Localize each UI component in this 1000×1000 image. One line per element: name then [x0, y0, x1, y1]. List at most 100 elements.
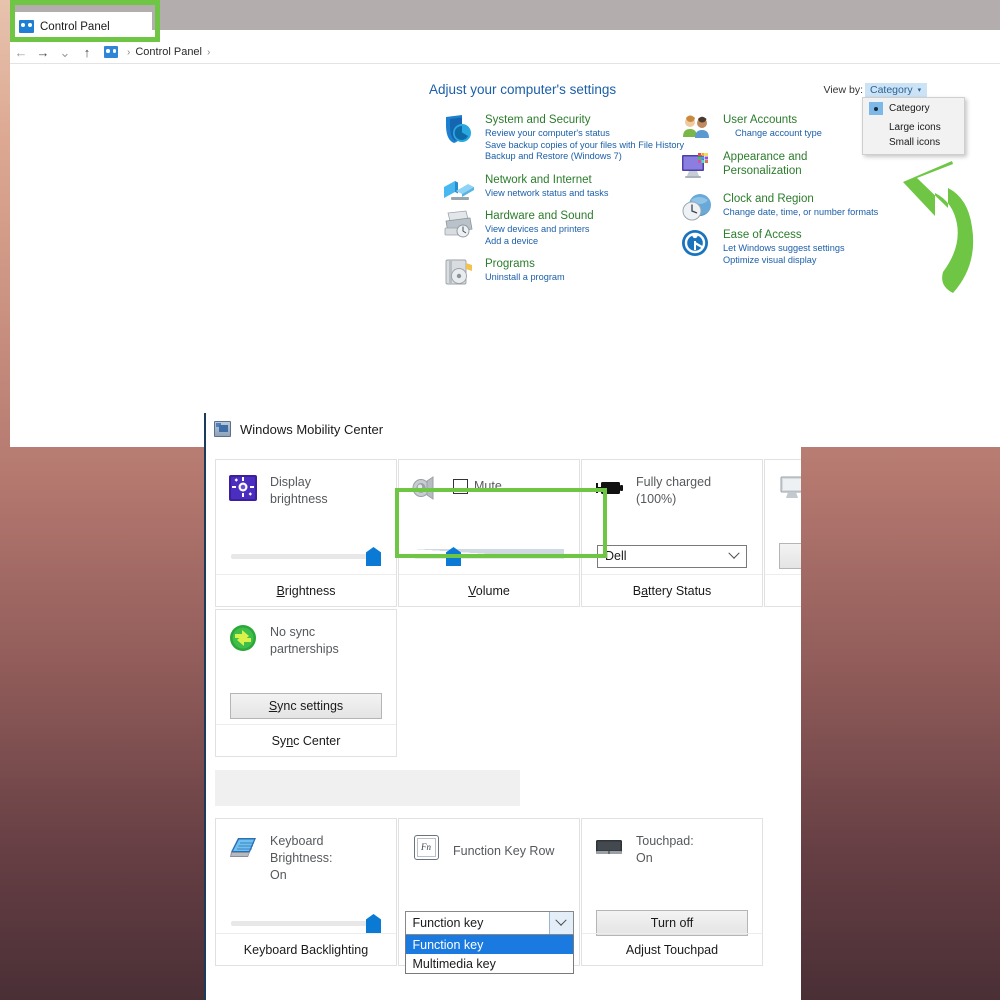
category-link[interactable]: Change date, time, or number formats [723, 207, 878, 219]
category-title[interactable]: System and Security [485, 113, 680, 127]
category-link[interactable]: Backup and Restore (Windows 7) [485, 151, 680, 163]
tile-text-line: (100%) [636, 492, 677, 506]
tile-footer-keyboard-backlighting[interactable]: Keyboard Backlighting [216, 933, 396, 965]
category-link[interactable]: View devices and printers [485, 224, 680, 236]
power-plan-combobox[interactable]: Dell [597, 544, 747, 568]
mute-label: Mute [474, 479, 502, 493]
tile-text-line: Brightness: [270, 851, 333, 865]
mobility-center-title: Windows Mobility Center [214, 421, 383, 437]
category-ease-of-access: Ease of Access Let Windows suggest setti… [678, 228, 878, 266]
function-key-option-function-key[interactable]: Function key [405, 935, 573, 954]
category-link[interactable]: Review your computer's status [485, 128, 680, 140]
recent-locations-button[interactable]: ⌄ [54, 46, 76, 59]
slider-thumb[interactable] [366, 914, 381, 933]
curved-up-arrow-annotation [903, 161, 974, 293]
category-link[interactable]: Change account type [723, 128, 878, 140]
category-appearance-and-personalization: Appearance and Personalization [678, 150, 878, 178]
sync-settings-button[interactable]: Sync settings [230, 693, 382, 719]
windows-mobility-center-window: Windows Mobility Center Display brightne… [204, 413, 801, 1000]
category-title[interactable]: User Accounts [723, 113, 878, 127]
tile-touchpad: Touchpad: On Turn off Adjust Touchpad [581, 818, 763, 966]
view-by-option-category[interactable]: Category [863, 101, 964, 116]
tile-control [399, 536, 579, 576]
fn-key-icon: Fn [411, 833, 441, 861]
tile-header: Touchpad: On [582, 819, 762, 891]
external-display-button[interactable] [779, 543, 801, 569]
tile-keyboard-backlighting: Keyboard Brightness: On Keyboard Backlig… [215, 818, 397, 966]
tile-footer-brightness[interactable]: Brightness [216, 574, 396, 606]
category-title[interactable]: Programs [485, 257, 680, 271]
tile-footer-battery-status[interactable]: Battery Status [582, 574, 762, 606]
control-panel-tab-label: Control Panel [40, 20, 110, 33]
brightness-slider[interactable] [231, 547, 381, 566]
tile-footer-volume[interactable]: Volume [399, 574, 579, 606]
mute-checkbox[interactable] [453, 479, 468, 494]
category-link[interactable]: Add a device [485, 236, 680, 248]
sync-icon [230, 625, 256, 651]
tile-text-line: Keyboard [270, 834, 324, 848]
control-panel-tab[interactable]: Control Panel [10, 12, 152, 41]
control-panel-window: Control Panel ← → ⌄ ↑ › Control Panel › … [10, 0, 1000, 447]
view-by-option-label: Large icons [889, 122, 941, 133]
function-key-value: Function key [412, 916, 484, 930]
programs-icon [445, 259, 472, 285]
category-link[interactable]: Save backup copies of your files with Fi… [485, 140, 684, 152]
category-title[interactable]: Appearance and Personalization [723, 150, 878, 178]
view-by-dropdown-button[interactable]: Category ▾ [865, 83, 928, 98]
category-clock-and-region: Clock and Region Change date, time, or n… [678, 192, 878, 220]
breadcrumb-separator[interactable]: › [207, 47, 210, 58]
category-link[interactable]: Uninstall a program [485, 272, 680, 284]
forward-button[interactable]: → [32, 46, 54, 59]
tile-text: Keyboard Brightness: On [270, 833, 333, 884]
tile-text: No sync partnerships [270, 624, 339, 658]
tile-header: Fully charged (100%) [582, 460, 762, 532]
tile-header: Keyboard Brightness: On [216, 819, 396, 891]
tile-text-line: partnerships [270, 642, 339, 656]
touchpad-icon [596, 840, 622, 854]
breadcrumb-item-control-panel[interactable]: Control Panel [135, 46, 202, 58]
control-panel-icon [104, 46, 118, 58]
category-title[interactable]: Network and Internet [485, 173, 680, 187]
tile-control [216, 536, 396, 576]
function-key-combobox[interactable]: Function key [404, 911, 574, 935]
chevron-down-icon[interactable] [548, 912, 573, 934]
tile-text: Touchpad: On [636, 833, 694, 867]
keyboard-icon [230, 838, 256, 857]
tile-text: Fully charged (100%) [636, 474, 711, 508]
empty-panel-strip [215, 770, 520, 806]
category-title[interactable]: Hardware and Sound [485, 209, 680, 223]
category-user-accounts: User Accounts Change account type [678, 113, 878, 140]
keyboard-brightness-slider[interactable] [231, 914, 381, 933]
slider-thumb[interactable] [366, 547, 381, 566]
category-link[interactable]: Let Windows suggest settings [723, 243, 878, 255]
up-button[interactable]: ↑ [76, 46, 98, 59]
volume-slider[interactable] [414, 547, 564, 566]
function-key-option-multimedia-key[interactable]: Multimedia key [406, 954, 573, 973]
category-title[interactable]: Clock and Region [723, 192, 878, 206]
category-system-and-security: System and Security Review your computer… [440, 113, 684, 163]
power-plan-value: Dell [605, 549, 627, 563]
speaker-icon [412, 476, 434, 500]
screen: Control Panel ← → ⌄ ↑ › Control Panel › … [0, 0, 1000, 1000]
tile-display-brightness: Display brightness Brightness [215, 459, 397, 607]
category-link[interactable]: Optimize visual display [723, 255, 878, 267]
tile-text-line: Touchpad: [636, 834, 694, 848]
view-by-option-large-icons[interactable]: Large icons [863, 120, 964, 135]
category-title[interactable]: Ease of Access [723, 228, 878, 242]
tile-footer-label: ttery Status [648, 583, 712, 598]
back-button[interactable]: ← [10, 46, 32, 59]
tile-header [765, 460, 801, 532]
tile-header: Mute [399, 460, 579, 532]
tile-header: Fn Function Key Row [399, 819, 579, 891]
category-link[interactable]: View network status and tasks [485, 188, 680, 200]
view-by-option-small-icons[interactable]: Small icons [863, 135, 964, 150]
category-network-and-internet: Network and Internet View network status… [440, 173, 680, 200]
tile-footer-adjust-touchpad[interactable]: Adjust Touchpad [582, 933, 762, 965]
tile-footer-sync-center[interactable]: Sync Center [216, 724, 396, 756]
tile-footer-external-display[interactable] [765, 574, 801, 606]
chevron-down-icon[interactable] [722, 546, 746, 567]
mobility-tile-row-2: No sync partnerships Sync settings Sync … [215, 609, 397, 757]
tile-text-line: Fully charged [636, 475, 712, 489]
tile-control: Function key Function key Multimedia key [399, 903, 579, 974]
tile-text-line: No sync [270, 625, 316, 639]
